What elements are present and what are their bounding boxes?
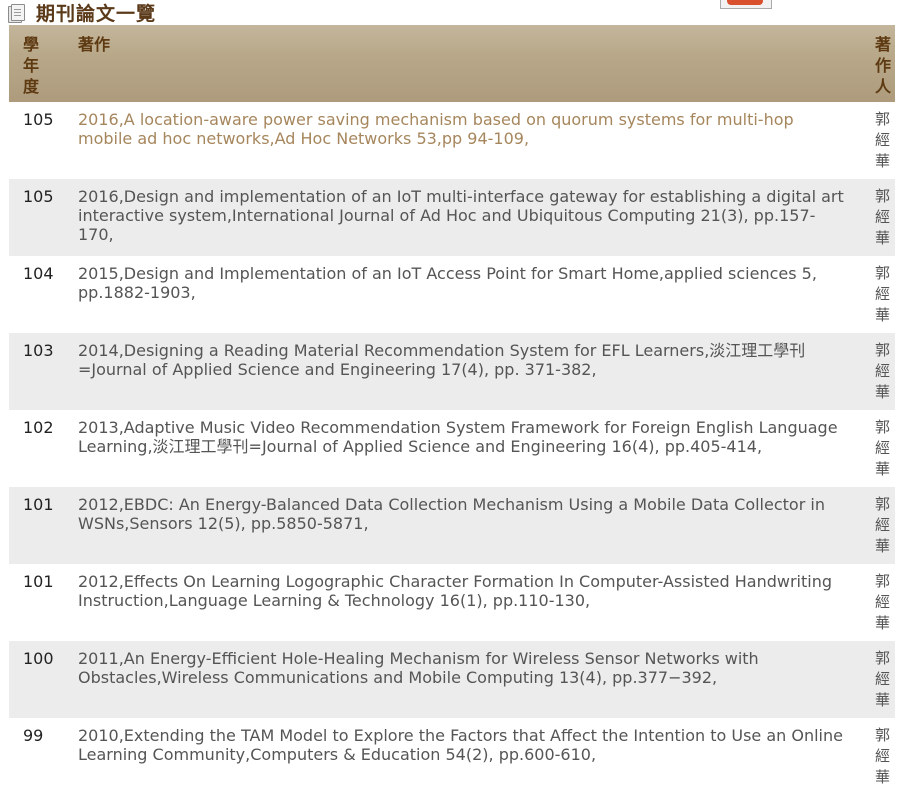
banner-image [720, 0, 772, 9]
cell-publication[interactable]: 2010,Extending the TAM Model to Explore … [78, 726, 848, 764]
cell-year: 101 [23, 495, 54, 514]
cell-author: 郭 經 華 [875, 495, 891, 555]
cell-year: 102 [23, 418, 54, 437]
cell-publication[interactable]: 2013,Adaptive Music Video Recommendation… [78, 418, 848, 456]
table-row: 105 2016,A location-aware power saving me… [9, 102, 895, 179]
cell-author: 郭 經 華 [875, 341, 891, 401]
table-row: 104 2015,Design and Implementation of an … [9, 256, 895, 333]
cell-year: 101 [23, 572, 54, 591]
column-header-work: 著作 [78, 35, 111, 54]
cell-publication[interactable]: 2012,Effects On Learning Logographic Cha… [78, 572, 848, 610]
cell-publication[interactable]: 2014,Designing a Reading Material Recomm… [78, 341, 848, 379]
cell-year: 104 [23, 264, 54, 283]
cell-author: 郭 經 華 [875, 726, 891, 786]
cell-author: 郭 經 華 [875, 264, 891, 324]
cell-year: 103 [23, 341, 54, 360]
document-icon [8, 3, 26, 23]
page-title: 期刊論文一覽 [36, 2, 157, 25]
table-header: 學 年 度 著作 著 作 人 [9, 25, 895, 102]
cell-publication[interactable]: 2015,Design and Implementation of an IoT… [78, 264, 848, 302]
cell-publication[interactable]: 2012,EBDC: An Energy-Balanced Data Colle… [78, 495, 848, 533]
column-header-author: 著 作 人 [875, 35, 892, 96]
cell-publication[interactable]: 2011,An Energy-Efficient Hole-Healing Me… [78, 649, 848, 687]
table-row: 101 2012,EBDC: An Energy-Balanced Data Co… [9, 487, 895, 564]
cell-publication[interactable]: 2016,A location-aware power saving mecha… [78, 110, 848, 148]
table-row: 105 2016,Design and implementation of an … [9, 179, 895, 256]
cell-author: 郭 經 華 [875, 572, 891, 632]
column-header-year: 學 年 度 [23, 35, 40, 96]
cell-author: 郭 經 華 [875, 649, 891, 709]
cell-year: 100 [23, 649, 54, 668]
table-row: 103 2014,Designing a Reading Material Rec… [9, 333, 895, 410]
table-row: 99 2010,Extending the TAM Model to Explor… [9, 718, 895, 795]
table-row: 102 2013,Adaptive Music Video Recommendat… [9, 410, 895, 487]
cell-author: 郭 經 華 [875, 110, 891, 170]
cell-author: 郭 經 華 [875, 187, 891, 247]
cell-year: 105 [23, 187, 54, 206]
cell-year: 105 [23, 110, 54, 129]
cell-year: 99 [23, 726, 44, 745]
table-row: 100 2011,An Energy-Efficient Hole-Healing… [9, 641, 895, 718]
page-header: 期刊論文一覽 [8, 0, 157, 25]
cell-publication[interactable]: 2016,Design and implementation of an IoT… [78, 187, 848, 244]
cell-author: 郭 經 華 [875, 418, 891, 478]
table-row: 101 2012,Effects On Learning Logographic … [9, 564, 895, 641]
